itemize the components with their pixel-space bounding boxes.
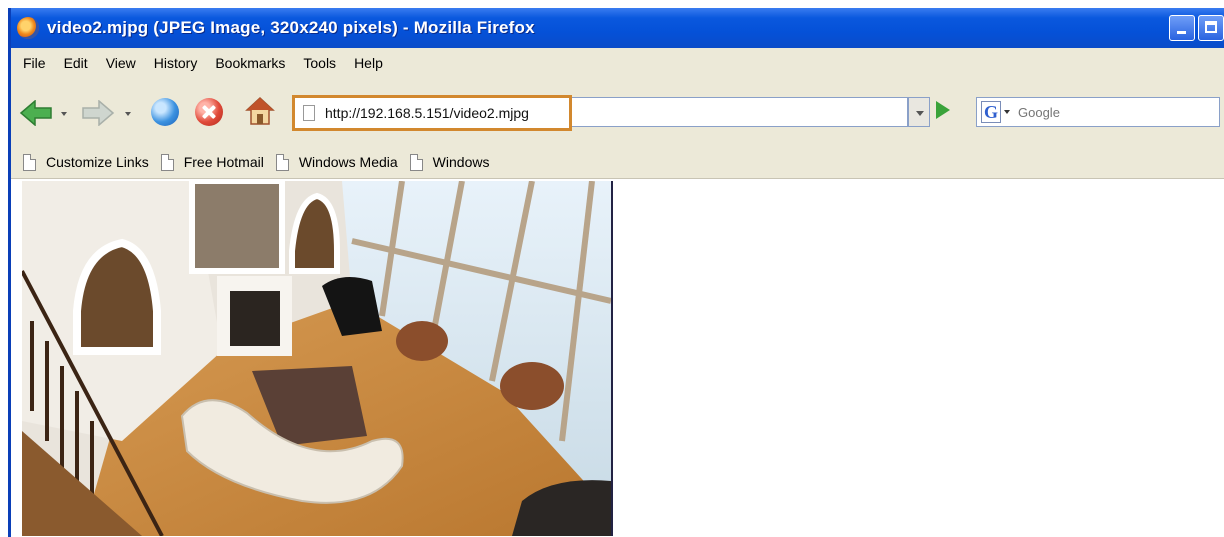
menu-bar: File Edit View History Bookmarks Tools H… [11, 48, 1224, 78]
menu-file[interactable]: File [21, 53, 48, 73]
home-icon[interactable] [245, 96, 275, 126]
search-engine-dropdown-icon[interactable] [1004, 110, 1010, 114]
menu-help[interactable]: Help [352, 53, 385, 73]
maximize-button[interactable] [1198, 15, 1224, 41]
url-bar[interactable]: http://192.168.5.151/video2.mjpg [292, 95, 572, 131]
bookmarks-bar: Customize Links Free Hotmail Windows Med… [11, 146, 1224, 179]
page-icon [275, 153, 289, 171]
title-bar[interactable]: video2.mjpg (JPEG Image, 320x240 pixels)… [11, 8, 1224, 48]
bookmark-windows[interactable]: Windows [409, 153, 490, 171]
menu-history[interactable]: History [152, 53, 200, 73]
stop-icon[interactable] [195, 98, 223, 126]
camera-image [22, 181, 613, 536]
navigation-toolbar: http://192.168.5.151/video2.mjpg G [11, 78, 1224, 146]
window-controls [1169, 15, 1224, 41]
search-box[interactable]: G [976, 97, 1220, 127]
menu-edit[interactable]: Edit [62, 53, 90, 73]
firefox-logo-icon [17, 17, 39, 39]
bookmark-label: Windows [432, 154, 490, 170]
page-icon [160, 153, 174, 171]
forward-arrow-icon[interactable] [81, 100, 115, 126]
url-bar-extension[interactable] [572, 97, 908, 127]
bookmark-label: Free Hotmail [183, 154, 264, 170]
bookmark-label: Windows Media [298, 154, 398, 170]
menu-view[interactable]: View [104, 53, 138, 73]
bookmark-free-hotmail[interactable]: Free Hotmail [160, 153, 264, 171]
go-arrow-icon[interactable] [936, 101, 950, 119]
forward-history-dropdown[interactable] [125, 112, 131, 116]
bookmark-windows-media[interactable]: Windows Media [275, 153, 398, 171]
page-icon [409, 153, 423, 171]
menu-tools[interactable]: Tools [301, 53, 338, 73]
page-icon [303, 105, 315, 121]
bookmark-customize-links[interactable]: Customize Links [23, 153, 149, 171]
page-icon [23, 153, 36, 171]
google-logo-icon[interactable]: G [981, 101, 1001, 123]
menu-bookmarks[interactable]: Bookmarks [213, 53, 287, 73]
url-history-dropdown[interactable] [908, 97, 930, 127]
back-history-dropdown[interactable] [61, 112, 67, 116]
window-title: video2.mjpg (JPEG Image, 320x240 pixels)… [47, 18, 535, 37]
back-arrow-icon[interactable] [19, 100, 53, 126]
page-content [11, 179, 1224, 537]
url-text[interactable]: http://192.168.5.151/video2.mjpg [325, 105, 529, 121]
search-input[interactable] [1016, 103, 1200, 121]
minimize-button[interactable] [1169, 15, 1195, 41]
bookmark-label: Customize Links [46, 154, 149, 170]
browser-window: video2.mjpg (JPEG Image, 320x240 pixels)… [8, 8, 1224, 537]
reload-icon[interactable] [151, 98, 179, 126]
